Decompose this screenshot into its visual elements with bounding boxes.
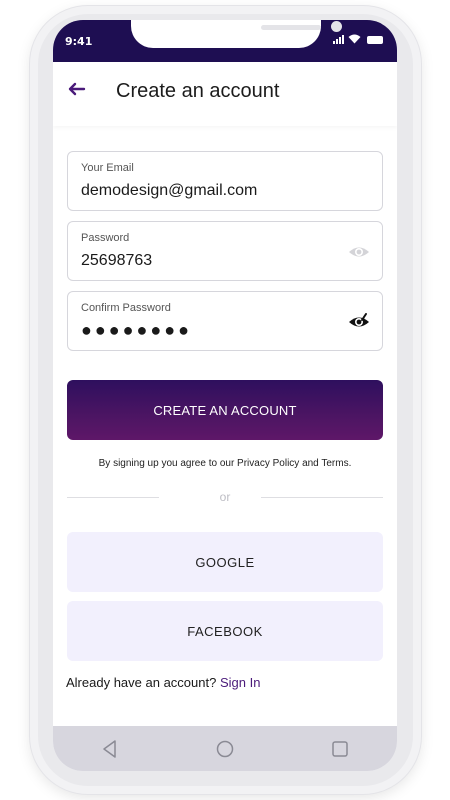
google-button[interactable]: GOOGLE [67,532,383,592]
status-bar: 9:41 [53,20,397,62]
status-icons [333,34,383,44]
arrow-left-icon[interactable] [65,78,87,100]
status-time: 9:41 [65,35,93,48]
create-account-button[interactable]: CREATE AN ACCOUNT [67,380,383,440]
confirm-password-label: Confirm Password [81,302,171,314]
email-label: Your Email [81,162,134,174]
android-nav-bar [53,726,397,771]
signal-icon [333,34,344,44]
page-title: Create an account [116,80,280,102]
signin-row: Already have an account? Sign In [66,675,260,690]
email-field[interactable]: Your Email [67,151,383,211]
app-header: Create an account [53,62,397,126]
square-recents-icon[interactable] [329,738,351,760]
eye-icon[interactable] [348,242,370,262]
signin-link[interactable]: Sign In [220,675,260,690]
divider-line-left [67,497,159,498]
camera [331,21,342,32]
confirm-password-input[interactable]: ●●●●●●●● [81,320,331,341]
signin-prompt: Already have an account? [66,675,217,690]
triangle-back-icon[interactable] [99,738,121,760]
eye-slash-icon[interactable] [348,312,370,332]
password-label: Password [81,232,130,244]
divider-or: or [219,490,231,504]
password-input[interactable] [81,252,331,270]
battery-icon [367,36,383,44]
circle-home-icon[interactable] [214,738,236,760]
phone-screen: 9:41 Create an account Your Email Passwo… [53,20,397,771]
facebook-button[interactable]: FACEBOOK [67,601,383,661]
wifi-icon [348,34,361,44]
password-field[interactable]: Password [67,221,383,281]
email-input[interactable] [81,182,331,200]
confirm-password-field[interactable]: Confirm Password ●●●●●●●● [67,291,383,351]
divider-line-right [261,497,383,498]
terms-text: By signing up you agree to our Privacy P… [98,458,352,469]
speaker [261,25,321,30]
notch [131,20,342,48]
